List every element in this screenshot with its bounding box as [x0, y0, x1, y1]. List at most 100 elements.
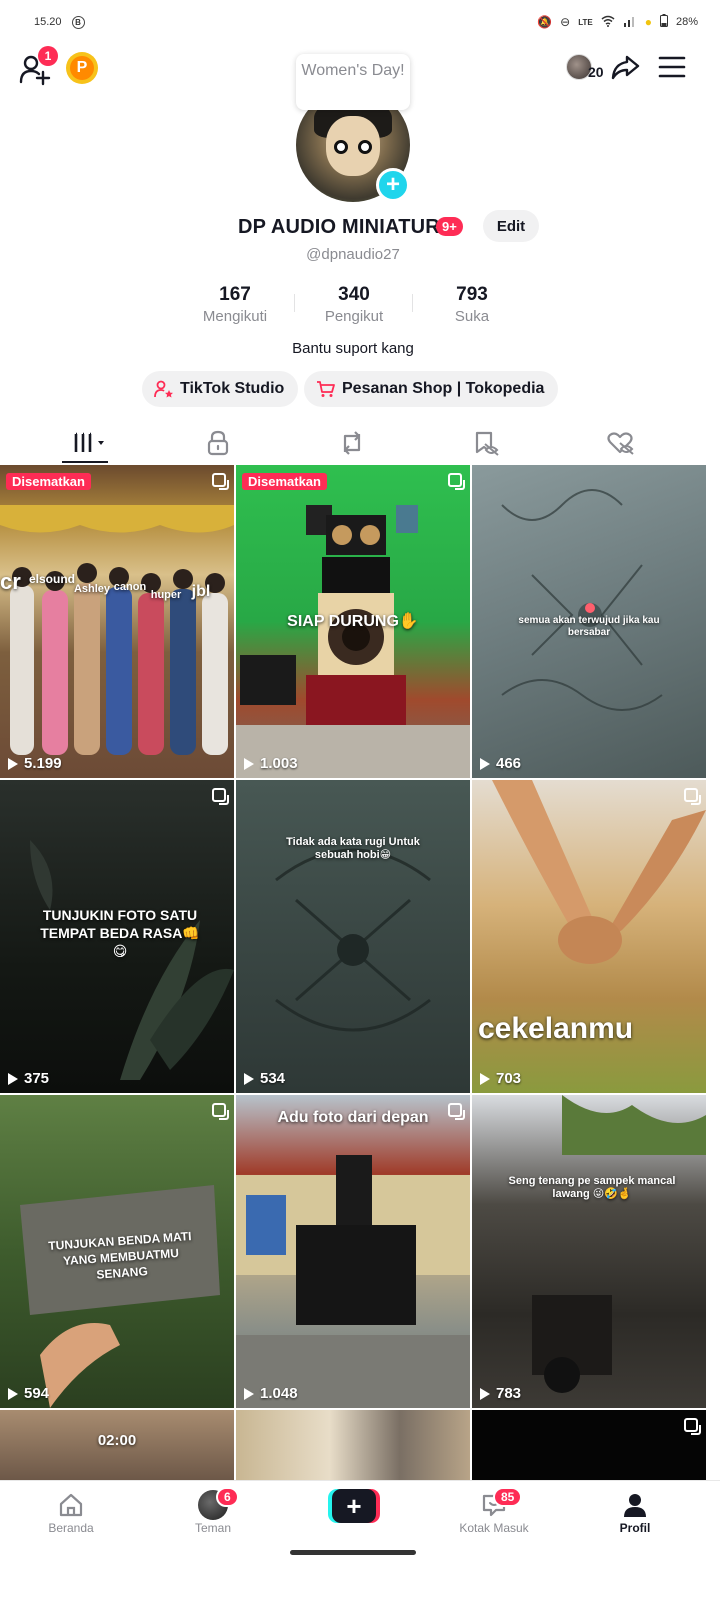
tile-caption: 02:00 — [97, 1432, 137, 1449]
tile-label: jbl — [191, 583, 211, 600]
multi-photo-icon — [448, 473, 465, 490]
view-count: 5.199 — [8, 755, 62, 772]
bookmark-eye-icon — [475, 431, 499, 456]
profile-bio: Bantu suport kang — [292, 340, 414, 357]
view-count: 534 — [244, 1070, 285, 1087]
video-tile[interactable]: semua akan terwujud jika kau bersabar 46… — [472, 465, 706, 778]
profile-icon — [624, 1494, 646, 1517]
dnd-icon: ⊖ — [560, 15, 571, 29]
home-indicator[interactable] — [290, 1550, 416, 1555]
name-row: DP AUDIO MINIATUR 9+ Edit — [0, 210, 720, 246]
profile-name: DP AUDIO MINIATUR — [238, 216, 440, 238]
stat-followers[interactable]: 340 Pengikut — [299, 284, 409, 325]
video-tile[interactable]: cr elsound Ashley canon huper jbl Disema… — [0, 465, 234, 778]
womens-day-tooltip[interactable]: Women's Day! — [296, 54, 410, 110]
stat-following[interactable]: 167 Mengikuti — [180, 284, 290, 325]
view-count: 1.003 — [244, 755, 298, 772]
tab-liked[interactable] — [596, 426, 644, 460]
hamburger-icon — [658, 56, 686, 78]
repost-icon — [343, 431, 361, 455]
share-button[interactable] — [610, 52, 640, 82]
video-thumbnail — [492, 780, 706, 964]
nav-label: Kotak Masuk — [459, 1521, 529, 1535]
nav-profile[interactable]: Profil — [580, 1489, 690, 1535]
video-tile[interactable]: Seng tenang pe sampek mancal lawang 😜🤣🤞 … — [472, 1095, 706, 1408]
video-tile[interactable]: TUNJUKIN FOTO SATU TEMPAT BEDA RASA👊😋 37… — [0, 780, 234, 1093]
video-tile[interactable]: Tidak ada kata rugi Untuk sebuah hobi😁 5… — [236, 780, 470, 1093]
video-tile[interactable]: SIAP DURUNG✋ Disematkan 1.003 — [236, 465, 470, 778]
name-badge[interactable]: 9+ — [436, 217, 463, 236]
video-tile[interactable]: TUNJUKAN BENDA MATI YANG MEMBUATMU SENAN… — [0, 1095, 234, 1408]
create-button[interactable]: + — [328, 1489, 380, 1523]
tab-reposts[interactable] — [328, 426, 376, 460]
add-friend-button[interactable]: 1 — [18, 46, 58, 86]
friends-count: 20 — [588, 64, 604, 80]
tile-label: huper — [150, 589, 182, 601]
multi-photo-icon — [684, 788, 701, 805]
videos-grid-icon — [74, 432, 104, 452]
stat-value: 340 — [338, 284, 370, 305]
profile-tabs — [0, 420, 720, 464]
view-count: 1.048 — [244, 1385, 298, 1402]
notification-badge: 1 — [38, 46, 58, 66]
video-thumbnail — [236, 1155, 470, 1408]
video-tile[interactable]: 02:00 — [0, 1410, 234, 1480]
video-tile[interactable]: Adu foto dari depan 1.048 — [236, 1095, 470, 1408]
play-icon — [244, 1387, 254, 1400]
friends-avatar-button[interactable]: 20 — [566, 54, 604, 80]
play-icon — [8, 1387, 18, 1400]
profile-username: @dpnaudio27 — [306, 246, 400, 263]
divider — [412, 294, 413, 312]
nav-label: Teman — [194, 1521, 232, 1535]
home-icon — [59, 1493, 83, 1517]
bottom-navigation: Beranda 6 Teman + 85 Kotak Masuk Profil — [0, 1480, 720, 1600]
signal-icon — [623, 15, 637, 30]
coin-icon: P — [70, 56, 94, 80]
view-count: 703 — [480, 1070, 521, 1087]
view-count: 594 — [8, 1385, 49, 1402]
tab-private[interactable] — [194, 426, 242, 460]
stat-label: Pengikut — [324, 308, 384, 325]
cart-icon — [317, 381, 335, 397]
multi-photo-icon — [212, 788, 229, 805]
mute-icon: 🔕 — [537, 15, 553, 29]
status-time: 15.20 — [34, 16, 62, 28]
coin-button[interactable]: P — [66, 52, 98, 84]
stat-likes[interactable]: 793 Suka — [417, 284, 527, 325]
menu-button[interactable] — [658, 54, 686, 80]
network-label: LTE — [578, 17, 593, 27]
wifi-icon — [601, 15, 615, 30]
stat-label: Mengikuti — [202, 308, 268, 325]
stat-value: 167 — [219, 284, 251, 305]
edit-profile-button[interactable]: Edit — [483, 210, 539, 242]
nav-home[interactable]: Beranda — [16, 1489, 126, 1535]
nav-label: Profil — [619, 1521, 651, 1535]
stat-label: Suka — [454, 308, 490, 325]
active-tab-indicator — [62, 461, 108, 463]
tiktok-studio-button[interactable]: TikTok Studio — [142, 371, 299, 407]
divider — [294, 294, 295, 312]
video-tile[interactable] — [472, 1410, 706, 1480]
video-tile[interactable]: cekelanmu 703 — [472, 780, 706, 1093]
nav-friends[interactable]: 6 Teman — [158, 1487, 268, 1535]
play-icon — [8, 1072, 18, 1085]
tile-caption: TUNJUKIN FOTO SATU TEMPAT BEDA RASA👊😋 — [40, 907, 200, 959]
tile-label: canon — [113, 581, 147, 593]
tile-caption: Seng tenang pe sampek mancal lawang 😜🤣🤞 — [508, 1175, 676, 1200]
tab-videos[interactable] — [62, 426, 110, 460]
shop-orders-button[interactable]: Pesanan Shop | Tokopedia — [304, 371, 559, 407]
plus-icon: + — [332, 1489, 376, 1523]
tab-favorites[interactable] — [462, 426, 510, 460]
battery-level: 28% — [675, 16, 698, 28]
add-story-button[interactable]: + — [376, 168, 410, 202]
play-icon — [480, 1072, 490, 1085]
nav-inbox[interactable]: 85 Kotak Masuk — [439, 1487, 549, 1535]
person-star-icon — [154, 380, 173, 398]
tile-caption: Adu foto dari depan — [277, 1109, 429, 1126]
share-icon — [611, 55, 640, 80]
play-icon — [480, 1387, 490, 1400]
pill-label: TikTok Studio — [180, 380, 285, 397]
stat-value: 793 — [456, 284, 488, 305]
carrier-icon: B — [71, 15, 85, 29]
video-tile[interactable] — [236, 1410, 470, 1480]
